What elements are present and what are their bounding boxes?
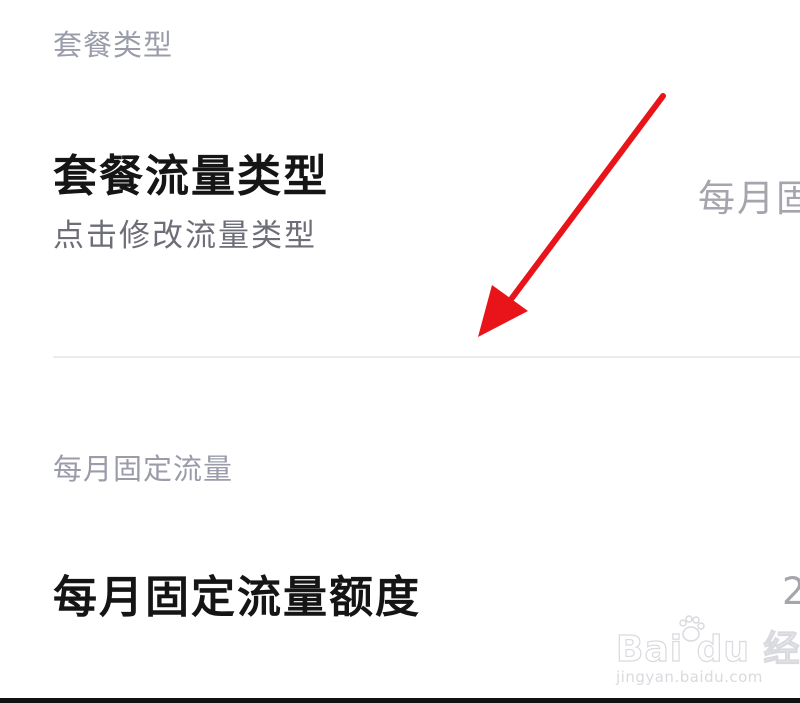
monthly-fixed-data-quota-title: 每月固定流量额度 — [53, 572, 421, 623]
plan-data-type-subtitle: 点击修改流量类型 — [53, 218, 317, 254]
section-header-plan-type: 套餐类型 — [53, 28, 174, 62]
plan-data-type-title: 套餐流量类型 — [53, 151, 329, 202]
watermark-url: jingyan.baidu.com — [616, 668, 763, 686]
monthly-fixed-data-quota-value: 2 — [782, 570, 800, 613]
baidu-paw-icon — [679, 615, 705, 642]
section-divider — [53, 356, 800, 358]
section-header-monthly-fixed-data: 每月固定流量 — [53, 452, 234, 486]
watermark-brand: Bai du 经验 — [615, 628, 800, 670]
baidu-jingyan-watermark: Bai du 经验 jingyan.baidu.com — [612, 615, 800, 690]
plan-data-type-value: 每月固 — [698, 177, 800, 220]
plan-data-type-row[interactable]: 套餐流量类型 点击修改流量类型 每月固 — [0, 130, 800, 330]
bottom-edge-bar — [0, 698, 800, 703]
